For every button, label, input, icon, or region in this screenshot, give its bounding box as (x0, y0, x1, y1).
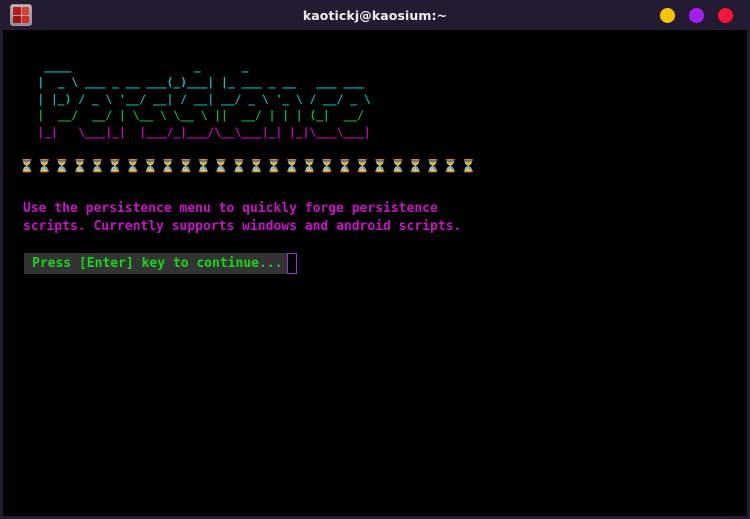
close-button[interactable] (718, 7, 733, 23)
ascii-banner-line-1: ____ _ _ (17, 59, 398, 73)
terminal-screen[interactable]: ____ _ _ | _ \ ___ _ __ ___(_)___| |_ __… (3, 30, 747, 516)
continue-prompt-label: Press [Enter] key to continue... (24, 253, 288, 275)
text-cursor (287, 253, 298, 275)
ascii-banner-line-5: |_| \___|_| |___/_|___/\__\___|_| |_|\__… (17, 125, 378, 139)
terminal-frame: ____ _ _ | _ \ ___ _ __ ___(_)___| |_ __… (0, 30, 750, 519)
ascii-banner-line-2: | _ \ ___ _ __ ___(_)___| |_ ___ _ __ __… (17, 76, 378, 90)
terminal-app-icon (10, 4, 32, 26)
title-bar[interactable]: kaotickj@kaosium:~ (0, 0, 750, 30)
continue-prompt[interactable]: Press [Enter] key to continue... (24, 253, 298, 275)
ascii-banner: ____ _ _ | _ \ ___ _ __ ___(_)___| |_ __… (17, 42, 747, 158)
intro-message: Use the persistence menu to quickly forg… (23, 200, 462, 234)
window-title: kaotickj@kaosium:~ (302, 7, 448, 23)
hourglass-separator: ⏳⏳⏳⏳⏳⏳⏳⏳⏳⏳⏳⏳⏳⏳⏳⏳⏳⏳⏳⏳⏳⏳⏳⏳⏳⏳ (19, 158, 479, 174)
ascii-banner-line-3: | |_) / _ \ '__/ __| / __| __/ _ \ '_ \ … (17, 92, 378, 106)
maximize-button[interactable] (689, 7, 704, 23)
window-controls (660, 7, 742, 23)
ascii-banner-line-4: | __/ __/ | \__ \ \__ \ || __/ | | | (_|… (17, 109, 371, 123)
minimize-button[interactable] (660, 7, 675, 23)
terminal-window: kaotickj@kaosium:~ ____ _ _ | _ \ ___ _ … (0, 0, 750, 519)
